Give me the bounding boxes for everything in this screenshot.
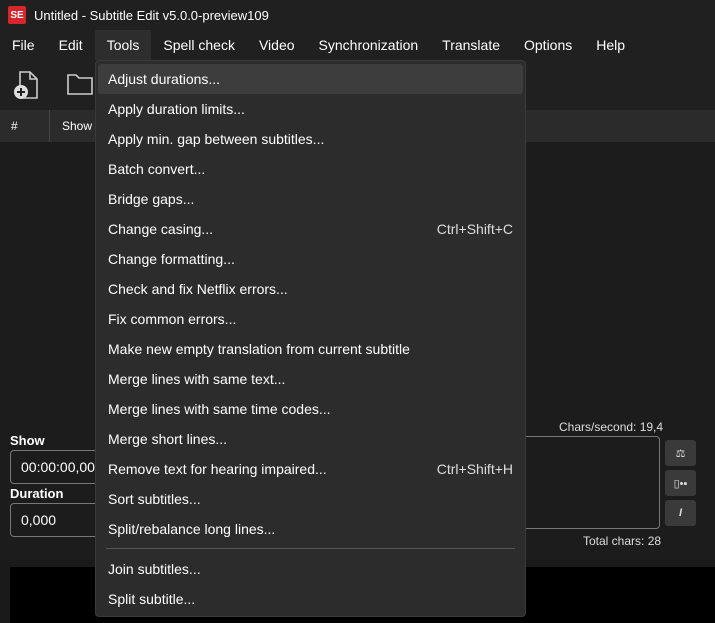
menu-item-label: Join subtitles... (108, 561, 201, 577)
menu-bar: File Edit Tools Spell check Video Synchr… (0, 30, 715, 60)
menu-item-remove-text-for-hearing-impaired[interactable]: Remove text for hearing impaired... Ctrl+… (98, 454, 523, 484)
menu-item-split-subtitle[interactable]: Split subtitle... (98, 584, 523, 614)
menu-item-split-rebalance-long-lines[interactable]: Split/rebalance long lines... (98, 514, 523, 544)
menu-spell-check[interactable]: Spell check (151, 30, 247, 60)
menu-item-apply-duration-limits[interactable]: Apply duration limits... (98, 94, 523, 124)
menu-item-apply-min-gap-between-subtitles[interactable]: Apply min. gap between subtitles... (98, 124, 523, 154)
menu-item-label: Check and fix Netflix errors... (108, 281, 288, 297)
menu-item-label: Split subtitle... (108, 591, 196, 607)
menu-item-merge-lines-with-same-text[interactable]: Merge lines with same text... (98, 364, 523, 394)
menu-file[interactable]: File (0, 30, 47, 60)
menu-item-label: Adjust durations... (108, 71, 221, 87)
menu-item-label: Merge lines with same time codes... (108, 401, 331, 417)
new-file-icon[interactable] (12, 70, 40, 100)
menu-item-bridge-gaps[interactable]: Bridge gaps... (98, 184, 523, 214)
menu-help[interactable]: Help (584, 30, 637, 60)
duration-label: Duration (10, 486, 64, 501)
column-number[interactable]: # (0, 110, 50, 142)
menu-item-label: Fix common errors... (108, 311, 237, 327)
menu-item-adjust-durations[interactable]: Adjust durations... (98, 64, 523, 94)
menu-item-label: Sort subtitles... (108, 491, 201, 507)
subtitle-text-box[interactable] (520, 436, 660, 529)
menu-item-label: Merge short lines... (108, 431, 228, 447)
menu-item-label: Apply min. gap between subtitles... (108, 131, 325, 147)
window-title: Untitled - Subtitle Edit v5.0.0-preview1… (34, 7, 269, 23)
tools-dropdown-menu: Adjust durations... Apply duration limits… (95, 60, 526, 617)
column-show[interactable]: Show (50, 119, 92, 133)
open-folder-icon[interactable] (66, 72, 94, 96)
menu-item-merge-short-lines[interactable]: Merge short lines... (98, 424, 523, 454)
balance-icon[interactable]: ⚖ (665, 440, 696, 466)
menu-item-label: Change casing... (108, 221, 214, 237)
menu-item-label: Remove text for hearing impaired... (108, 461, 327, 477)
chars-per-second: Chars/second: 19,4 (559, 420, 664, 434)
menu-item-change-formatting[interactable]: Change formatting... (98, 244, 523, 274)
menu-item-shortcut: Ctrl+Shift+H (436, 461, 513, 477)
menu-item-label: Apply duration limits... (108, 101, 245, 117)
menu-translate[interactable]: Translate (430, 30, 512, 60)
menu-item-shortcut: Ctrl+Shift+C (436, 221, 513, 237)
menu-item-merge-lines-with-same-time-codes[interactable]: Merge lines with same time codes... (98, 394, 523, 424)
total-chars: Total chars: 28 (583, 534, 662, 548)
show-label: Show (10, 433, 45, 448)
menu-video[interactable]: Video (247, 30, 307, 60)
italic-icon[interactable]: I (665, 500, 696, 526)
menu-item-label: Batch convert... (108, 161, 206, 177)
split-lines-icon[interactable]: ▯•▪ (665, 470, 696, 496)
menu-item-label: Make new empty translation from current … (108, 341, 410, 357)
app-logo: SE (8, 6, 26, 24)
menu-item-label: Bridge gaps... (108, 191, 195, 207)
menu-separator (106, 548, 515, 549)
menu-item-label: Change formatting... (108, 251, 235, 267)
menu-synchronization[interactable]: Synchronization (307, 30, 431, 60)
menu-item-change-casing[interactable]: Change casing... Ctrl+Shift+C (98, 214, 523, 244)
menu-options[interactable]: Options (512, 30, 584, 60)
menu-item-make-new-empty-translation-from-current-subtitle[interactable]: Make new empty translation from current … (98, 334, 523, 364)
menu-item-fix-common-errors[interactable]: Fix common errors... (98, 304, 523, 334)
menu-item-label: Merge lines with same text... (108, 371, 286, 387)
menu-item-label: Split/rebalance long lines... (108, 521, 276, 537)
menu-item-join-subtitles[interactable]: Join subtitles... (98, 554, 523, 584)
menu-item-check-and-fix-netflix-errors[interactable]: Check and fix Netflix errors... (98, 274, 523, 304)
menu-item-sort-subtitles[interactable]: Sort subtitles... (98, 484, 523, 514)
menu-edit[interactable]: Edit (47, 30, 95, 60)
menu-item-batch-convert[interactable]: Batch convert... (98, 154, 523, 184)
menu-tools[interactable]: Tools (94, 30, 152, 60)
title-bar: SE Untitled - Subtitle Edit v5.0.0-previ… (0, 0, 715, 30)
